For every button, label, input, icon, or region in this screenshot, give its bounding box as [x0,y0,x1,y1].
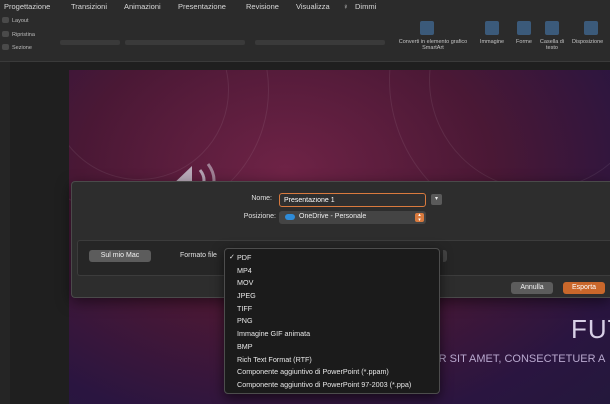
image-button[interactable]: Immagine [475,39,509,45]
format-dropdown-menu: ✓ PDF MP4 MOV JPEG TIFF PNG Immagine GIF … [224,248,440,394]
layout-icon [2,17,9,23]
format-option-png[interactable]: PNG [225,315,439,328]
format-option-jpeg[interactable]: JPEG [225,290,439,303]
format-option-mov[interactable]: MOV [225,277,439,290]
reset-button[interactable]: Ripristina [12,32,35,38]
tab-revisione[interactable]: Revisione [246,2,279,11]
format-option-ppa[interactable]: Componente aggiuntivo di PowerPoint 97-2… [225,379,439,392]
format-label: Formato file [180,252,217,259]
format-option-ppam[interactable]: Componente aggiuntivo di PowerPoint (*.p… [225,366,439,379]
on-my-mac-button[interactable]: Sul mio Mac [89,250,151,262]
layout-button[interactable]: Layout [12,18,29,24]
ribbon-toolbar: Layout Ripristina Sezione Converti in el… [0,13,610,62]
tab-progettazione[interactable]: Progettazione [4,2,50,11]
updown-arrows-icon: ▴ ▾ [415,213,424,222]
checkmark-icon: ✓ [229,254,235,261]
arrange-button[interactable]: Disposizione [572,39,610,45]
cancel-button[interactable]: Annulla [511,282,553,294]
cloud-icon [285,214,295,220]
shapes-button[interactable]: Forme [511,39,537,45]
tab-animazioni[interactable]: Animazioni [124,2,161,11]
chevron-down-icon: ▾ [434,196,438,202]
reset-icon [2,31,9,37]
section-icon [2,44,9,50]
app-window: Progettazione Transizioni Animazioni Pre… [0,0,610,404]
position-value: OneDrive - Personale [299,213,367,220]
ribbon-tab-bar: Progettazione Transizioni Animazioni Pre… [0,0,610,13]
name-input[interactable] [279,193,426,207]
textbox-button[interactable]: Casella di testo [537,39,567,51]
tab-presentazione[interactable]: Presentazione [178,2,226,11]
paragraph-format-icons[interactable] [255,40,385,45]
convert-smartart-button[interactable]: Converti in elemento grafico SmartArt [398,39,468,51]
textbox-icon [545,21,559,35]
name-label: Nome: [251,195,272,202]
arrange-icon [584,21,598,35]
shapes-icon [517,21,531,35]
lightbulb-icon: ♀ [343,2,349,11]
tab-visualizza[interactable]: Visualizza [296,2,330,11]
expand-button[interactable]: ▾ [431,194,442,205]
tab-dimmi[interactable]: Dimmi [355,2,376,11]
format-option-mp4[interactable]: MP4 [225,265,439,278]
slide-title: FUT [571,314,610,344]
format-option-gif[interactable]: Immagine GIF animata [225,328,439,341]
image-icon [485,21,499,35]
smartart-icon [420,21,434,35]
format-select[interactable] [443,250,447,262]
position-select[interactable]: OneDrive - Personale ▴ ▾ [279,211,426,224]
format-option-tiff[interactable]: TIFF [225,303,439,316]
format-option-pdf[interactable]: ✓ PDF [225,252,439,265]
tab-transizioni[interactable]: Transizioni [71,2,107,11]
format-option-bmp[interactable]: BMP [225,341,439,354]
position-label: Posizione: [243,213,276,220]
section-button[interactable]: Sezione [12,45,32,51]
thumbnail-pane[interactable] [0,62,10,404]
export-button[interactable]: Esporta [563,282,605,294]
slide-subtitle: LOR SIT AMET, CONSECTETUER A [424,353,606,365]
format-option-rtf[interactable]: Rich Text Format (RTF) [225,354,439,367]
font-format-icons[interactable] [60,40,120,45]
text-format-icons[interactable] [125,40,245,45]
